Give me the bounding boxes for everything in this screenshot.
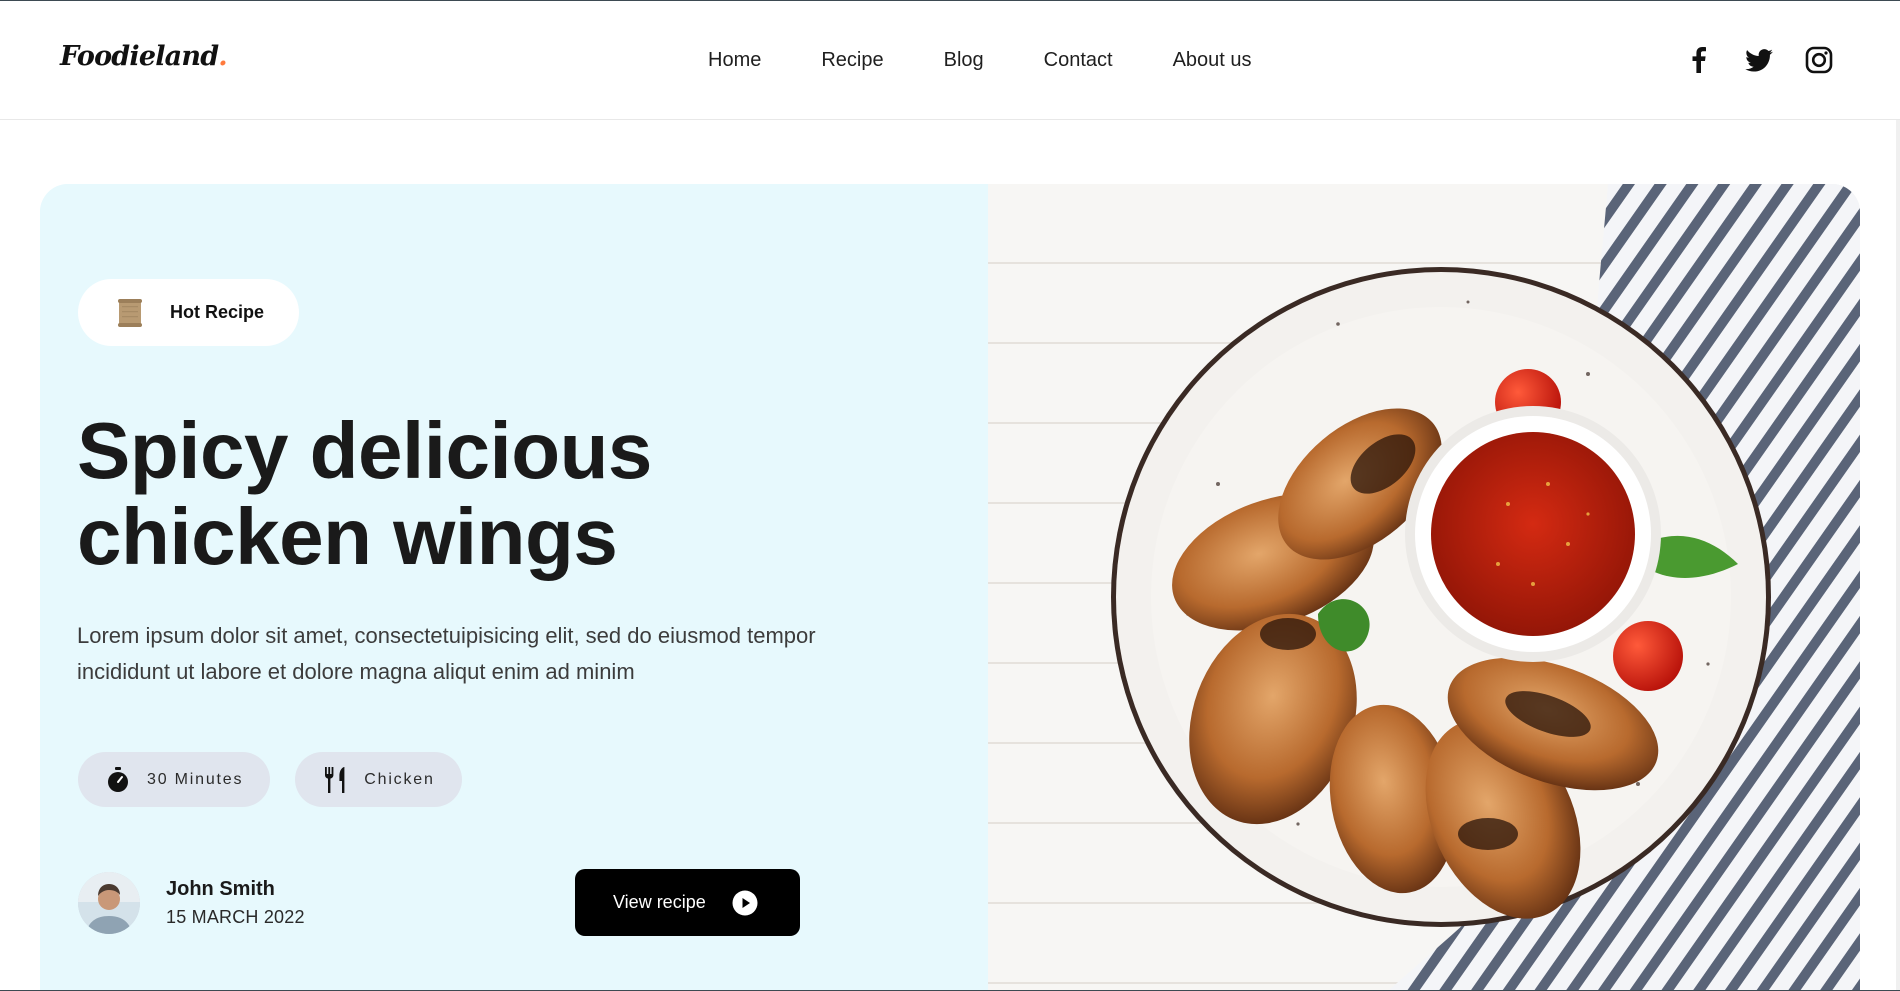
- nav-link-blog[interactable]: Blog: [944, 49, 984, 72]
- main-nav: Home Recipe Blog Contact About us: [708, 49, 1252, 72]
- author-date: 15 MARCH 2022: [166, 907, 305, 927]
- author-name: John Smith: [166, 878, 275, 900]
- twitter-icon[interactable]: [1744, 45, 1774, 75]
- hero-section: Hot Recipe Spicy delicious chicken wings…: [40, 184, 1860, 991]
- chicken-wings-photo: [988, 184, 1860, 991]
- fork-knife-icon: [322, 766, 348, 793]
- view-recipe-label: View recipe: [613, 892, 706, 912]
- scroll-icon: [118, 298, 142, 327]
- nav-link-recipe[interactable]: Recipe: [821, 49, 883, 72]
- chip-category-label: Chicken: [364, 770, 435, 788]
- hero-title: Spicy delicious chicken wings: [77, 406, 652, 581]
- logo-dot: .: [218, 41, 227, 72]
- timer-icon: [105, 766, 131, 793]
- chip-duration-label: 30 Minutes: [147, 770, 244, 788]
- hot-recipe-badge: Hot Recipe: [78, 279, 299, 346]
- nav-link-about-us[interactable]: About us: [1173, 49, 1252, 72]
- hero-content: Hot Recipe Spicy delicious chicken wings…: [40, 184, 988, 991]
- site-header: Foodieland. Home Recipe Blog Contact Abo…: [0, 1, 1900, 120]
- badge-label: Hot Recipe: [170, 302, 265, 322]
- hero-description: Lorem ipsum dolor sit amet, consectetuip…: [77, 623, 816, 684]
- chip-category: Chicken: [295, 752, 462, 807]
- site-logo[interactable]: Foodieland.: [60, 41, 228, 72]
- instagram-icon[interactable]: [1804, 45, 1834, 75]
- recipe-meta-chips: 30 Minutes Chicken: [78, 752, 487, 807]
- nav-link-home[interactable]: Home: [708, 49, 761, 72]
- social-links: [1684, 45, 1834, 75]
- facebook-icon[interactable]: [1684, 45, 1714, 75]
- nav-link-contact[interactable]: Contact: [1044, 49, 1113, 72]
- avatar: [78, 872, 140, 934]
- logo-text: Foodieland: [60, 41, 219, 72]
- page-scrollbar[interactable]: [1896, 120, 1900, 990]
- play-circle-icon: [732, 890, 758, 915]
- author-block: John Smith 15 MARCH 2022: [78, 872, 305, 934]
- chip-duration: 30 Minutes: [78, 752, 271, 807]
- author-text: John Smith 15 MARCH 2022: [166, 878, 305, 928]
- view-recipe-button[interactable]: View recipe: [575, 869, 800, 936]
